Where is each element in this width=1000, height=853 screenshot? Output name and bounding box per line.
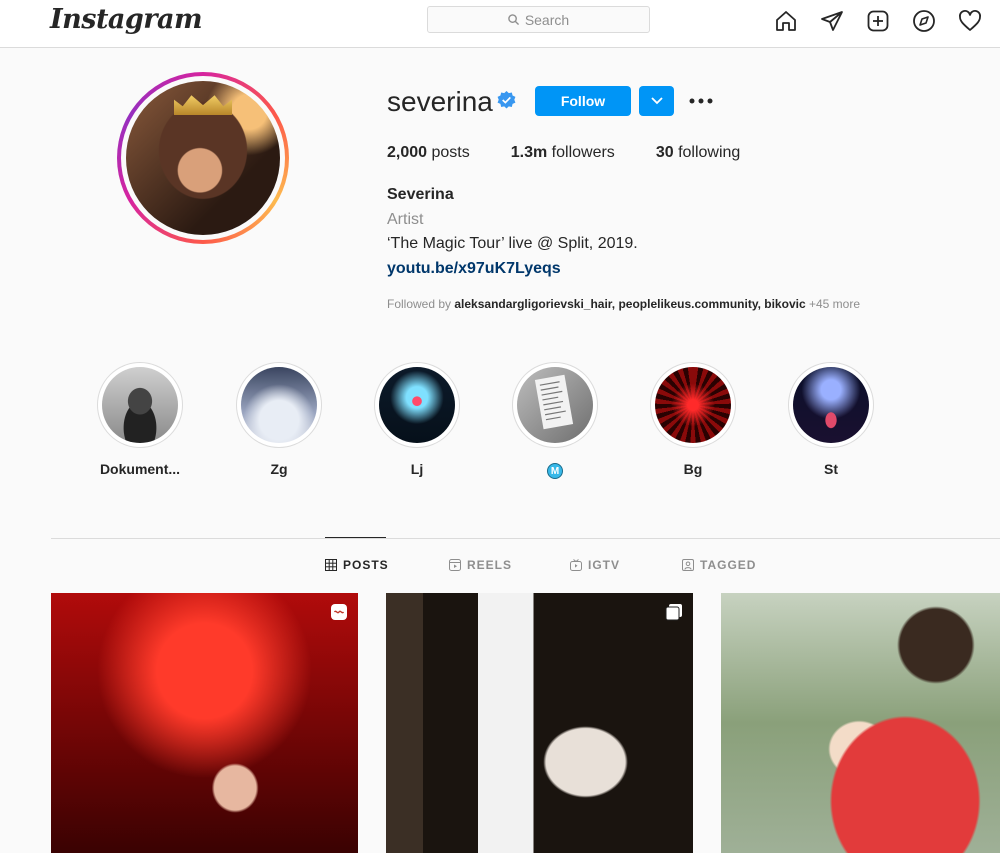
search-input[interactable]: Search xyxy=(427,6,650,33)
highlight-ring xyxy=(97,362,183,448)
profile-link[interactable]: youtu.be/x97uK7Lyeqs xyxy=(387,260,561,278)
tab-igtv[interactable]: IGTV xyxy=(570,558,620,572)
followers-label: followers xyxy=(551,144,615,161)
tab-tagged[interactable]: TAGGED xyxy=(682,558,756,572)
search-placeholder: Search xyxy=(524,11,570,28)
story-highlight[interactable]: Dokument... xyxy=(90,362,190,477)
highlight-label: Zg xyxy=(270,461,288,477)
following-count: 30 xyxy=(655,144,674,161)
highlight-label: Bg xyxy=(683,461,703,477)
tab-label: REELS xyxy=(467,558,513,572)
followed-by[interactable]: Followed by aleksandargligorievski_hair,… xyxy=(387,297,860,311)
tab-label: POSTS xyxy=(343,558,389,572)
highlight-cover xyxy=(102,367,178,443)
highlight-cover xyxy=(655,367,731,443)
follow-button[interactable]: Follow xyxy=(535,86,631,116)
search-icon xyxy=(508,14,519,25)
story-highlight[interactable]: Lj xyxy=(367,362,467,477)
profile-category: Artist xyxy=(387,211,424,228)
story-highlight[interactable]: M xyxy=(505,362,605,479)
tagged-icon xyxy=(682,559,694,571)
more-dots-icon xyxy=(689,98,713,104)
followed-by-more[interactable]: +45 more xyxy=(809,297,860,311)
suggested-dropdown-button[interactable] xyxy=(639,86,674,116)
highlight-cover xyxy=(517,367,593,443)
new-post-icon[interactable] xyxy=(866,9,890,33)
followers-count: 1.3m xyxy=(510,144,548,161)
post-thumbnail[interactable] xyxy=(721,593,1000,853)
direct-icon[interactable] xyxy=(820,9,844,33)
highlight-label: St xyxy=(824,461,838,477)
nav-icons xyxy=(774,9,982,33)
highlight-label: Lj xyxy=(410,461,424,477)
more-options-button[interactable] xyxy=(688,90,714,112)
setlist-paper-icon xyxy=(534,374,574,430)
following-label: following xyxy=(678,144,741,161)
grid-icon xyxy=(325,559,337,571)
reel-badge-icon xyxy=(330,603,348,626)
posts-count: 2,000 xyxy=(387,144,428,161)
highlight-badge: M xyxy=(547,463,563,479)
avatar-gap xyxy=(121,76,285,240)
post-thumbnail[interactable] xyxy=(386,593,693,853)
highlight-cover xyxy=(793,367,869,443)
tab-label: IGTV xyxy=(588,558,621,572)
top-nav: Instagram Search xyxy=(0,0,1000,48)
followers-stat[interactable]: 1.3m followers xyxy=(511,144,615,162)
story-highlight[interactable]: Bg xyxy=(643,362,743,477)
profile-stats: 2,000 posts 1.3m followers 30 following xyxy=(387,144,781,162)
posts-label: posts xyxy=(431,144,470,161)
highlight-label: Dokument... xyxy=(99,461,181,477)
story-highlight[interactable]: Zg xyxy=(229,362,329,477)
reels-icon xyxy=(449,559,461,571)
highlight-ring xyxy=(236,362,322,448)
tabs-divider xyxy=(51,538,1000,539)
profile-username: severina xyxy=(387,86,493,117)
highlight-ring xyxy=(374,362,460,448)
home-icon[interactable] xyxy=(774,9,798,33)
verified-badge-icon xyxy=(497,91,516,115)
carousel-badge-icon xyxy=(665,603,683,626)
tab-reels[interactable]: REELS xyxy=(449,558,512,572)
activity-heart-icon[interactable] xyxy=(958,9,982,33)
following-stat[interactable]: 30 following xyxy=(656,144,741,162)
highlight-ring xyxy=(512,362,598,448)
chevron-down-icon xyxy=(650,97,663,105)
highlight-ring xyxy=(650,362,736,448)
crown-shape xyxy=(174,95,232,115)
followed-by-users[interactable]: aleksandargligorievski_hair, peoplelikeu… xyxy=(454,297,805,311)
post-thumbnail[interactable] xyxy=(51,593,358,853)
highlight-ring xyxy=(788,362,874,448)
explore-icon[interactable] xyxy=(912,9,936,33)
followed-by-prefix: Followed by xyxy=(387,297,452,311)
igtv-icon xyxy=(570,559,582,571)
avatar-photo xyxy=(126,81,280,235)
tab-label: TAGGED xyxy=(700,558,757,572)
profile-full-name: Severina xyxy=(387,186,454,203)
posts-stat: 2,000 posts xyxy=(387,144,470,162)
tab-posts[interactable]: POSTS xyxy=(325,558,389,572)
story-highlight[interactable]: St xyxy=(781,362,881,477)
instagram-logo[interactable]: Instagram xyxy=(50,4,203,35)
highlight-label: M xyxy=(505,461,605,479)
profile-avatar[interactable] xyxy=(117,72,289,244)
highlight-cover xyxy=(241,367,317,443)
highlight-cover xyxy=(379,367,455,443)
profile-bio: ‘The Magic Tour’ live @ Split, 2019. xyxy=(387,235,638,252)
active-tab-indicator xyxy=(325,537,386,538)
